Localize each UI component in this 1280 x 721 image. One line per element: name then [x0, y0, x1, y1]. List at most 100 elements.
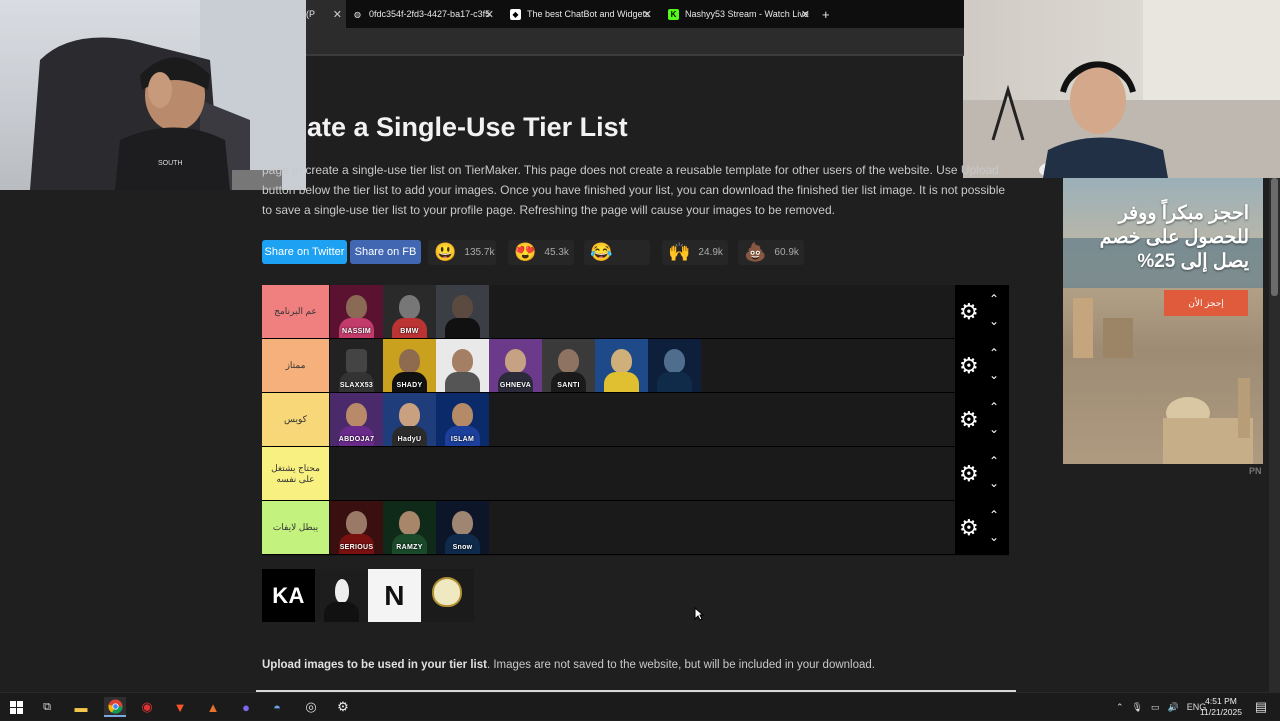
browser-tab[interactable]: ◆ The best ChatBot and Widgets ✕: [506, 0, 656, 28]
gear-icon[interactable]: ⚙: [959, 301, 979, 323]
tier-controls: ⚙ ⌃ ⌄: [955, 447, 1009, 500]
close-tab-icon[interactable]: ✕: [643, 8, 652, 21]
tier-items: SERIOUS RAMZY Snow: [330, 501, 489, 554]
ad-headline: احجز مبكراً ووفر للحصول على خصم يصل إلى …: [1099, 203, 1249, 272]
chevron-up-icon[interactable]: ⌃: [989, 400, 999, 414]
tier-item-image[interactable]: RAMZY: [383, 501, 436, 554]
browser-tab[interactable]: ◍ 0fdc354f-2fd3-4427-ba17-c3f5 ✕: [348, 0, 498, 28]
tier-item-image[interactable]: SANTI: [542, 339, 595, 392]
chevron-down-icon[interactable]: ⌄: [989, 368, 999, 382]
windows-start-icon[interactable]: [5, 697, 27, 717]
scrollbar-thumb[interactable]: [1271, 178, 1278, 296]
close-tab-icon[interactable]: ✕: [485, 8, 494, 21]
reaction-button[interactable]: 💩 60.9k: [738, 240, 804, 265]
chevron-down-icon[interactable]: ⌄: [989, 476, 999, 490]
tier-item-image[interactable]: HadyU: [383, 393, 436, 446]
pool-item-image[interactable]: KA: [262, 569, 315, 622]
gear-icon[interactable]: ⚙: [959, 355, 979, 377]
upload-heading: Upload images to be used in your tier li…: [262, 659, 487, 671]
tier-item-image[interactable]: BMW: [383, 285, 436, 338]
share-twitter-button[interactable]: Share on Twitter: [262, 240, 347, 264]
page-scrollbar[interactable]: [1269, 178, 1280, 692]
tier-controls: ⚙ ⌃ ⌄: [955, 285, 1009, 338]
tier-label[interactable]: محتاج يشتغل على نفسه: [262, 447, 330, 500]
pool-item-image[interactable]: [421, 569, 474, 622]
advertisement[interactable]: احجز مبكراً ووفر للحصول على خصم يصل إلى …: [1063, 178, 1263, 464]
close-tab-icon[interactable]: ✕: [801, 8, 810, 21]
browser-tab-active[interactable]: (P ✕: [306, 0, 346, 28]
gear-icon[interactable]: ⚙: [959, 517, 979, 539]
tier-item-image[interactable]: [648, 339, 701, 392]
chevron-up-icon[interactable]: ⌃: [989, 508, 999, 522]
tier-item-image[interactable]: SHADY: [383, 339, 436, 392]
tier-list: عم البرنامج NASSIM BMW ⚙ ⌃ ⌄ ممتاز SLAXX…: [262, 285, 1009, 556]
app-icon-red[interactable]: ◉: [136, 697, 158, 717]
tier-item-image[interactable]: ABDOJA7: [330, 393, 383, 446]
tier-item-image[interactable]: Snow: [436, 501, 489, 554]
settings-gear-icon[interactable]: ⚙: [332, 697, 354, 717]
reaction-button[interactable]: 😂: [584, 240, 650, 265]
tier-item-image[interactable]: SLAXX53: [330, 339, 383, 392]
heart-eyes-icon: 😍: [514, 242, 537, 262]
tier-item-image[interactable]: [436, 339, 489, 392]
webcam-right: [963, 0, 1280, 178]
gear-icon[interactable]: ⚙: [959, 463, 979, 485]
tier-controls: ⚙ ⌃ ⌄: [955, 501, 1009, 554]
tier-item-image[interactable]: [436, 285, 489, 338]
microphone-icon[interactable]: 🎙: [1132, 702, 1143, 713]
tier-label[interactable]: يبطل لايفات: [262, 501, 330, 554]
tier-items: ABDOJA7 HadyU ISLAM: [330, 393, 489, 446]
brave-icon[interactable]: ▼: [169, 697, 191, 717]
streamer-right-image: [963, 0, 1280, 178]
app-icon-purple[interactable]: ●: [235, 697, 257, 717]
chrome-icon[interactable]: [104, 697, 126, 717]
browser-tab[interactable]: K Nashyy53 Stream - Watch Live ✕: [664, 0, 814, 28]
tier-label[interactable]: عم البرنامج: [262, 285, 330, 338]
file-explorer-icon[interactable]: ▬: [70, 697, 92, 717]
close-tab-icon[interactable]: ✕: [333, 8, 342, 21]
reaction-button[interactable]: 🙌 24.9k: [662, 240, 728, 265]
chatbot-icon: ◆: [510, 8, 521, 20]
tier-item-image[interactable]: SERIOUS: [330, 501, 383, 554]
chevron-down-icon[interactable]: ⌄: [989, 422, 999, 436]
chevron-up-icon[interactable]: ⌃: [989, 346, 999, 360]
tier-label[interactable]: ممتاز: [262, 339, 330, 392]
grinning-face-icon: 😃: [434, 242, 457, 262]
volume-icon[interactable]: 🔊: [1168, 702, 1179, 713]
tier-item-image[interactable]: NASSIM: [330, 285, 383, 338]
reaction-button[interactable]: 😍 45.3k: [508, 240, 574, 265]
upload-instructions: Upload images to be used in your tier li…: [262, 659, 875, 671]
tier-item-image[interactable]: ISLAM: [436, 393, 489, 446]
tab-title: Nashyy53 Stream - Watch Live: [685, 9, 809, 19]
task-view-icon[interactable]: ⧉: [36, 697, 58, 717]
network-icon[interactable]: ▭: [1151, 702, 1160, 713]
system-clock[interactable]: 4:51 PM 11/21/2025: [1196, 696, 1246, 718]
new-tab-button[interactable]: +: [822, 0, 838, 28]
tier-label[interactable]: كويس: [262, 393, 330, 446]
tier-item-image[interactable]: GHNEVA: [489, 339, 542, 392]
pool-item-image[interactable]: [315, 569, 368, 622]
tier-items: NASSIM BMW: [330, 285, 489, 338]
clock-time: 4:51 PM: [1205, 696, 1237, 706]
chevron-down-icon[interactable]: ⌄: [989, 314, 999, 328]
chevron-down-icon[interactable]: ⌄: [989, 530, 999, 544]
reaction-button[interactable]: 😃 135.7k: [428, 240, 496, 265]
tier-item-image[interactable]: [595, 339, 648, 392]
app-icon-orange[interactable]: ▲: [202, 697, 224, 717]
reaction-count: 135.7k: [464, 247, 495, 258]
obs-icon[interactable]: ◎: [300, 697, 322, 717]
reaction-count: 60.9k: [774, 247, 799, 258]
gear-icon[interactable]: ⚙: [959, 409, 979, 431]
share-facebook-button[interactable]: Share on FB: [350, 240, 421, 264]
reaction-count: 45.3k: [544, 247, 569, 258]
notification-icon[interactable]: ▤: [1250, 697, 1272, 717]
raised-hands-icon: 🙌: [668, 242, 691, 262]
chevron-up-icon[interactable]: ⌃: [1116, 702, 1124, 713]
pool-item-image[interactable]: N: [368, 569, 421, 622]
ad-book-now-button[interactable]: إحجز الأن: [1164, 290, 1248, 316]
ad-mark: PN: [1249, 466, 1262, 476]
steam-icon[interactable]: ◓: [266, 697, 288, 717]
chevron-up-icon[interactable]: ⌃: [989, 454, 999, 468]
svg-text:SOUTH: SOUTH: [158, 160, 183, 167]
chevron-up-icon[interactable]: ⌃: [989, 292, 999, 306]
